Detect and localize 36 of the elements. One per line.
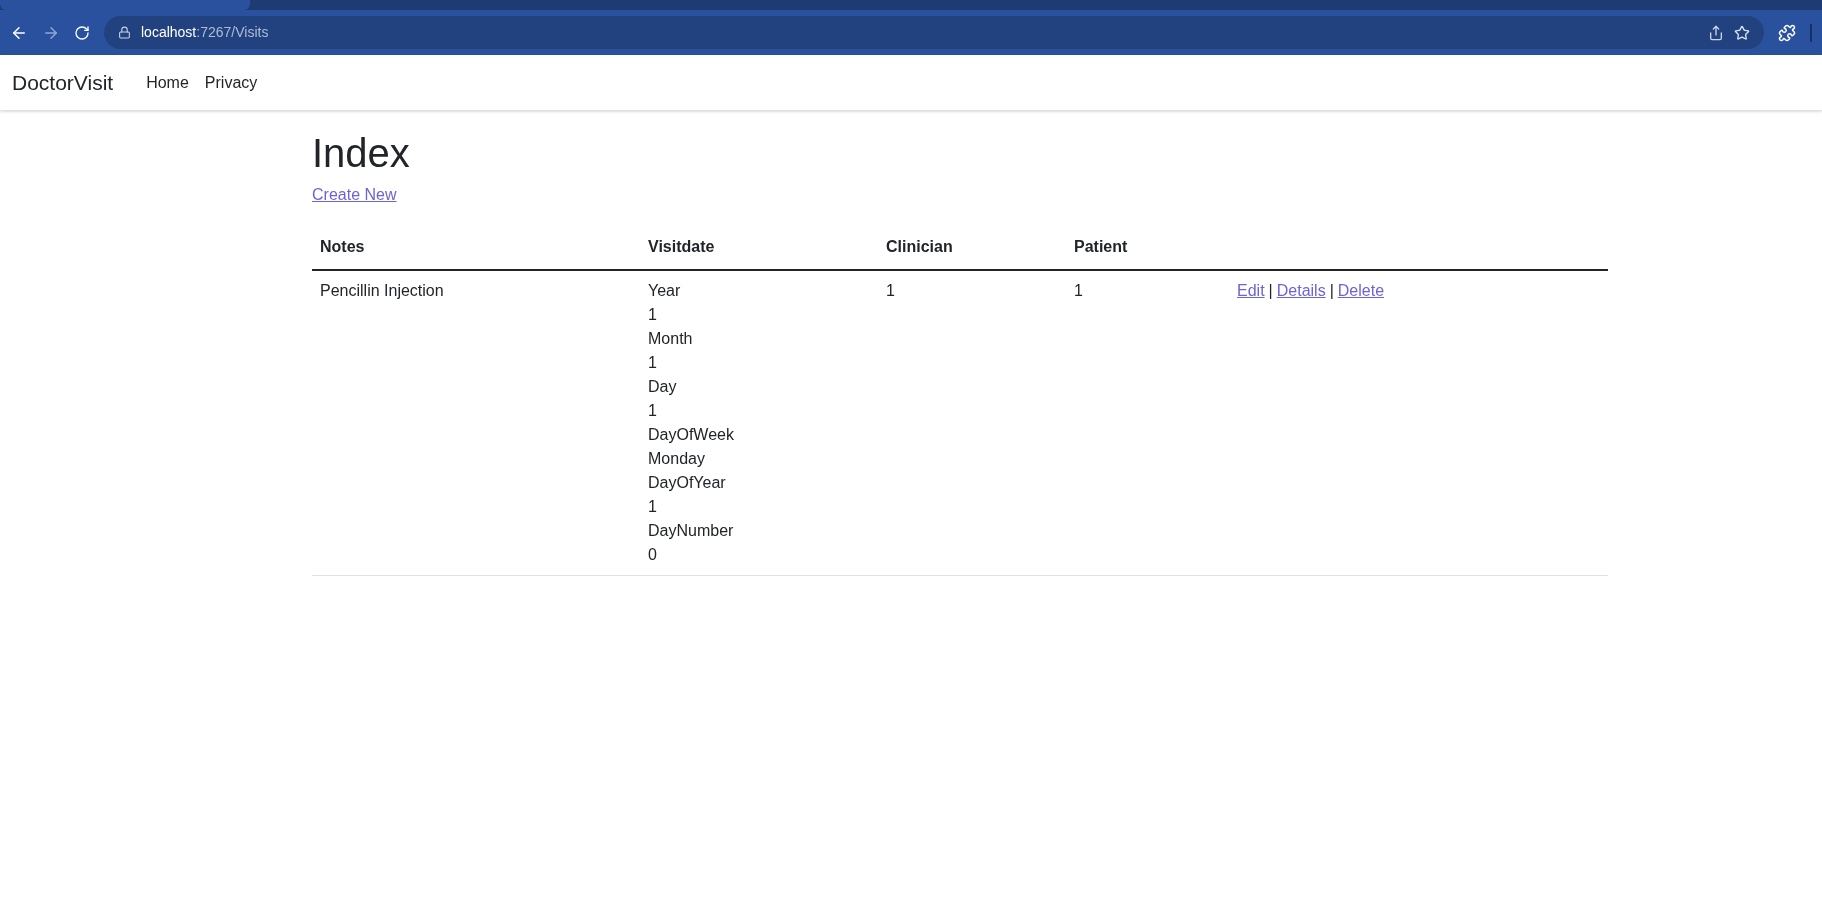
star-icon[interactable] [1734, 24, 1750, 41]
create-new-link[interactable]: Create New [312, 183, 397, 207]
table-cell-line: 1 [648, 401, 658, 421]
table-cell-line: Year [648, 281, 682, 301]
column-header: Clinician [878, 225, 1066, 270]
column-header: Notes [312, 225, 640, 270]
table-cell-line: DayNumber [648, 521, 735, 541]
nav-link[interactable]: Home [138, 70, 197, 95]
table-cell-line: Month [648, 329, 694, 349]
action-link[interactable]: Details [1276, 282, 1326, 299]
column-header: Patient [1066, 225, 1229, 270]
column-header: Visitdate [640, 225, 878, 270]
url-text: localhost:7267/Visits [141, 23, 269, 42]
separator: | [1268, 282, 1273, 299]
action-link[interactable]: Edit [1237, 282, 1265, 299]
table-cell-line: 1 [648, 305, 658, 325]
separator: | [1329, 282, 1334, 299]
share-icon[interactable] [1708, 24, 1724, 41]
nav-link[interactable]: Privacy [196, 70, 266, 95]
brand-link[interactable]: DoctorVisit [12, 66, 114, 99]
table-cell-line: DayOfYear [648, 473, 727, 493]
table-cell: 1 [878, 270, 1066, 576]
table-cell-line: 0 [648, 545, 658, 565]
table-cell-line: DayOfWeek [648, 425, 735, 445]
table-cell-line: Monday [648, 449, 706, 469]
table-cell-line: 1 [648, 353, 658, 373]
page-title: Index [312, 130, 411, 177]
reload-icon[interactable] [74, 24, 90, 41]
table-cell: Pencillin Injection [312, 270, 640, 576]
table-cell-line: Day [648, 377, 678, 397]
action-link[interactable]: Delete [1337, 282, 1385, 299]
extensions-icon[interactable] [1778, 23, 1796, 42]
lock-icon [118, 26, 131, 39]
table-cell-line: 1 [648, 497, 658, 517]
table-cell: 1 [1066, 270, 1229, 576]
address-bar[interactable]: localhost:7267/Visits [104, 16, 1764, 49]
